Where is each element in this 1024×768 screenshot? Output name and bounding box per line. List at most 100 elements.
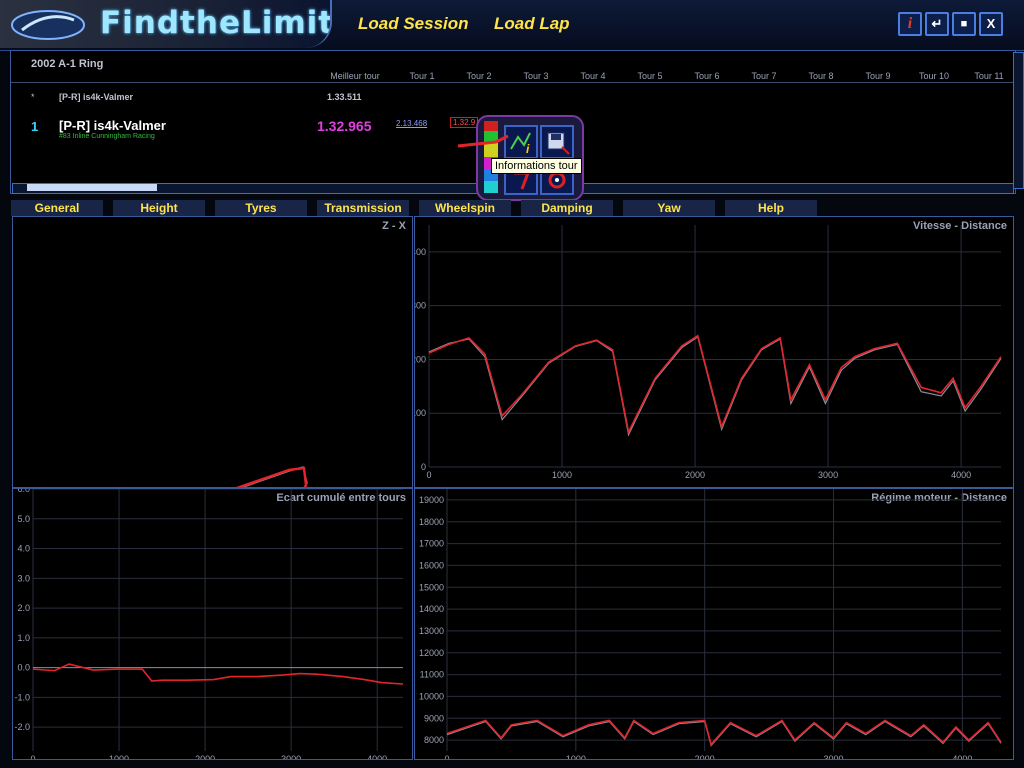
x-tick-label: 0 — [426, 470, 431, 480]
lap-track-line — [235, 466, 308, 487]
tooltip: Informations tour — [491, 158, 582, 174]
driver-position: 1 — [31, 119, 39, 134]
x-tick-label: 4000 — [367, 754, 387, 759]
pointer-arrow — [457, 134, 509, 148]
x-tick-label: 0 — [30, 754, 35, 759]
logo: FindtheLimit — [0, 0, 332, 48]
column-header: Tour 1 — [409, 71, 435, 81]
y-tick-label: 3.0 — [17, 573, 30, 583]
header-bar: FindtheLimit Load Session Load Lap i ↵ ■… — [0, 0, 1024, 51]
y-tick-label: 6.0 — [17, 489, 30, 494]
column-header: Tour 4 — [580, 71, 606, 81]
column-header: Tour 3 — [523, 71, 549, 81]
x-tick-label: 3000 — [281, 754, 301, 759]
column-header: Tour 2 — [466, 71, 492, 81]
y-tick-label: 4.0 — [17, 544, 30, 554]
y-tick-label: -1.0 — [14, 692, 30, 702]
speed-plot: 0 1000 2000 3000 4000 0 100 200 300 400 — [415, 225, 1002, 480]
tab-general[interactable]: General — [11, 200, 103, 216]
y-tick-label: 12000 — [419, 648, 444, 658]
reference-driver: [P-R] is4k-Valmer — [59, 92, 134, 102]
load-lap-link[interactable]: Load Lap — [494, 14, 570, 34]
y-tick-label: 13000 — [419, 626, 444, 636]
y-tick-label: 16000 — [419, 560, 444, 570]
logo-emblem-icon — [11, 10, 85, 40]
info-icon[interactable]: i — [898, 12, 922, 36]
y-tick-label: 11000 — [420, 670, 444, 680]
y-tick-label: 8000 — [424, 735, 444, 745]
header-divider — [11, 82, 1015, 83]
y-tick-label: 5.0 — [17, 514, 30, 524]
x-tick-label: 2000 — [685, 470, 705, 480]
reference-best-lap: 1.33.511 — [327, 92, 362, 102]
close-icon[interactable]: X — [979, 12, 1003, 36]
x-tick-label: 3000 — [818, 470, 838, 480]
tab-damping[interactable]: Damping — [521, 200, 613, 216]
vertical-scrollbar[interactable] — [1013, 52, 1024, 189]
speed-distance-chart: Vitesse - Distance 010002000300040000100… — [414, 216, 1014, 488]
tab-height[interactable]: Height — [113, 200, 205, 216]
y-tick-label: 400 — [415, 247, 426, 257]
tab-wheelspin[interactable]: Wheelspin — [419, 200, 511, 216]
y-tick-label: 9000 — [424, 713, 444, 723]
y-tick-label: 2.0 — [17, 603, 30, 613]
x-tick-label: 0 — [444, 754, 449, 759]
series-line — [428, 334, 1002, 435]
x-tick-label: 2000 — [195, 754, 215, 759]
column-header: Tour 6 — [694, 71, 720, 81]
column-header: Tour 7 — [751, 71, 777, 81]
best-lap-time[interactable]: 1.32.965 — [317, 118, 372, 134]
cumulative-gap-chart: Ecart cumulé entre tours 0 1000 2000 3000 40… — [12, 488, 413, 760]
series-line — [428, 335, 1002, 437]
y-tick-label: 0.0 — [17, 663, 30, 673]
column-header: Tour 5 — [637, 71, 663, 81]
enter-icon[interactable]: ↵ — [925, 12, 949, 36]
driver-name[interactable]: [P-R] is4k-Valmer — [59, 118, 166, 133]
x-tick-label: 1000 — [566, 754, 586, 759]
team-name: #83 Inline Cunningham Racing — [59, 133, 155, 140]
column-header: Tour 11 — [974, 71, 1004, 81]
x-tick-label: 4000 — [952, 754, 972, 759]
column-header: Meilleur tour — [330, 71, 380, 81]
x-tick-label: 1000 — [109, 754, 129, 759]
series-line — [32, 663, 404, 685]
y-tick-label: 100 — [415, 408, 426, 418]
svg-text:i: i — [526, 142, 530, 156]
scrollbar-thumb[interactable] — [27, 184, 157, 191]
x-tick-label: 3000 — [823, 754, 843, 759]
y-tick-label: 10000 — [419, 691, 444, 701]
y-tick-label: 18000 — [419, 517, 444, 527]
lap-2-time[interactable]: 1.32.9 — [450, 117, 479, 128]
series-line — [446, 719, 1002, 747]
session-title: 2002 A-1 Ring — [31, 58, 104, 70]
rpm-distance-chart: Régime moteur - Distance 0 1000 2000 3000 40… — [414, 488, 1014, 760]
reference-track-line — [241, 466, 308, 487]
tab-help[interactable]: Help — [725, 200, 817, 216]
column-header: Tour 8 — [808, 71, 834, 81]
tab-tyres[interactable]: Tyres — [215, 200, 307, 216]
x-tick-label: 2000 — [695, 754, 715, 759]
y-tick-label: 15000 — [419, 582, 444, 592]
y-tick-label: -2.0 — [14, 722, 30, 732]
y-tick-label: 300 — [415, 301, 426, 311]
column-header: Tour 9 — [865, 71, 891, 81]
x-tick-label: 1000 — [552, 470, 572, 480]
y-tick-label: 14000 — [419, 604, 444, 614]
lap-1-time[interactable]: 2.13.468 — [396, 119, 427, 128]
y-tick-label: 200 — [415, 354, 426, 364]
tab-transmission[interactable]: Transmission — [317, 200, 409, 216]
load-session-link[interactable]: Load Session — [358, 14, 469, 34]
gap-plot: 0 1000 2000 3000 4000 6.0 5.0 4.0 3.0 2.0 1.0 0.0 -1… — [14, 489, 404, 759]
tab-yaw[interactable]: Yaw — [623, 200, 715, 216]
series-line — [446, 720, 1002, 747]
x-tick-label: 4000 — [951, 470, 971, 480]
reference-marker: * — [31, 92, 35, 102]
logo-text: FindtheLimit — [100, 5, 332, 41]
y-tick-label: 0 — [421, 462, 426, 472]
maximize-icon[interactable]: ■ — [952, 12, 976, 36]
track-map-chart: Z - X — [12, 216, 413, 488]
track-map-svg — [235, 466, 308, 487]
rpm-plot: 0 1000 2000 3000 4000 8000 9000 10000 11000 12000… — [419, 489, 1002, 759]
save-icon[interactable] — [540, 125, 574, 159]
y-tick-label: 1.0 — [17, 633, 30, 643]
